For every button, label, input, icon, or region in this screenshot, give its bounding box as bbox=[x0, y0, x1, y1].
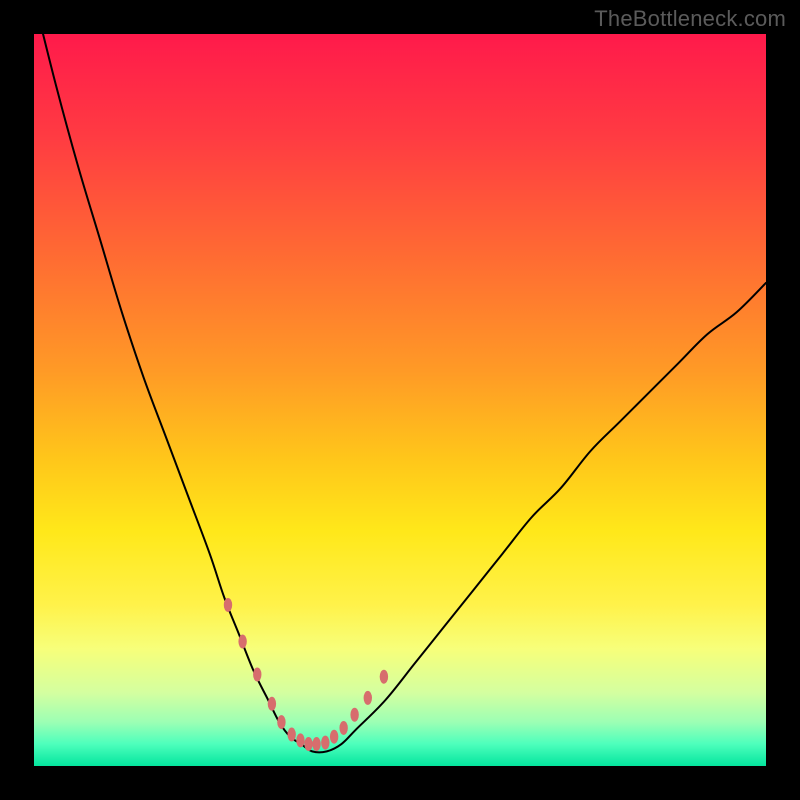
data-point bbox=[321, 736, 329, 750]
data-point bbox=[238, 635, 246, 649]
data-point bbox=[287, 728, 295, 742]
data-point bbox=[224, 598, 232, 612]
data-point bbox=[364, 691, 372, 705]
watermark-text: TheBottleneck.com bbox=[594, 6, 786, 32]
data-point bbox=[296, 733, 304, 747]
plot-area bbox=[34, 34, 766, 766]
data-point bbox=[339, 721, 347, 735]
data-point bbox=[350, 708, 358, 722]
data-point bbox=[268, 697, 276, 711]
chart-frame: TheBottleneck.com bbox=[0, 0, 800, 800]
curve-path bbox=[34, 34, 766, 752]
data-point bbox=[330, 730, 338, 744]
data-point bbox=[380, 670, 388, 684]
chart-svg bbox=[34, 34, 766, 766]
data-point bbox=[312, 737, 320, 751]
data-point bbox=[253, 668, 261, 682]
data-point bbox=[277, 715, 285, 729]
data-point bbox=[304, 737, 312, 751]
